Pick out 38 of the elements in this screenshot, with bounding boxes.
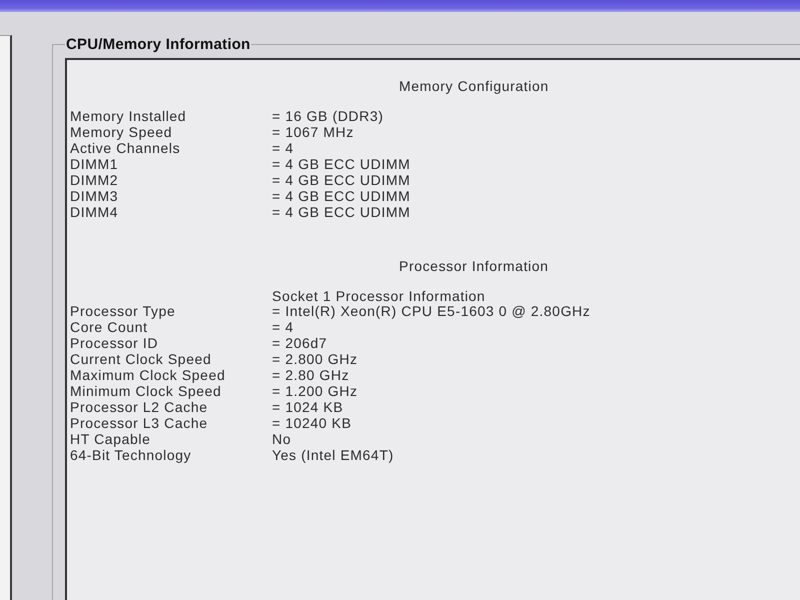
field-value: = 4 GB ECC UDIMM [272,188,410,204]
field-label: 64-Bit Technology [70,447,192,463]
field-value: = 4 GB ECC UDIMM [272,172,410,188]
field-label: Processor Type [70,303,176,319]
field-value: No [272,431,292,447]
field-value: = 4 [272,319,294,335]
field-value: = 10240 KB [272,415,352,431]
field-label: Minimum Clock Speed [70,383,222,399]
field-value: = 2.80 GHz [272,367,350,383]
field-value: = 2.800 GHz [272,351,358,367]
field-label: DIMM3 [70,188,120,204]
field-value: = 4 GB ECC UDIMM [272,204,410,220]
field-value: = 1067 MHz [272,124,354,140]
field-value: = 4 GB ECC UDIMM [272,156,410,172]
field-label: Processor L2 Cache [70,399,209,415]
section-heading: Memory Configuration [399,78,549,94]
field-label: DIMM2 [70,172,120,188]
field-label: Core Count [70,319,149,335]
group-title: CPU/Memory Information [65,36,252,53]
field-label: Current Clock Speed [70,351,212,367]
field-value: = 1024 KB [272,399,344,415]
field-label: Memory Installed [70,108,188,124]
field-label: Processor ID [70,335,160,351]
field-label: Maximum Clock Speed [70,367,226,383]
section-subheading: Socket 1 Processor Information [272,289,486,303]
field-label: DIMM4 [70,204,120,220]
field-value: = 1.200 GHz [272,383,358,399]
field-value: = 206d7 [272,335,328,351]
field-value: = Intel(R) Xeon(R) CPU E5-1603 0 @ 2.80GHz [272,303,590,319]
section-heading: Processor Information [399,258,549,274]
field-label: Memory Speed [70,124,174,140]
field-value: = 16 GB (DDR3) [272,108,384,124]
field-value: = 4 [272,140,294,156]
field-label: HT Capable [70,431,152,447]
field-label: Active Channels [70,140,182,156]
field-label: DIMM1 [70,156,120,172]
field-value: Yes (Intel EM64T) [272,447,394,463]
field-label: Processor L3 Cache [70,415,209,431]
